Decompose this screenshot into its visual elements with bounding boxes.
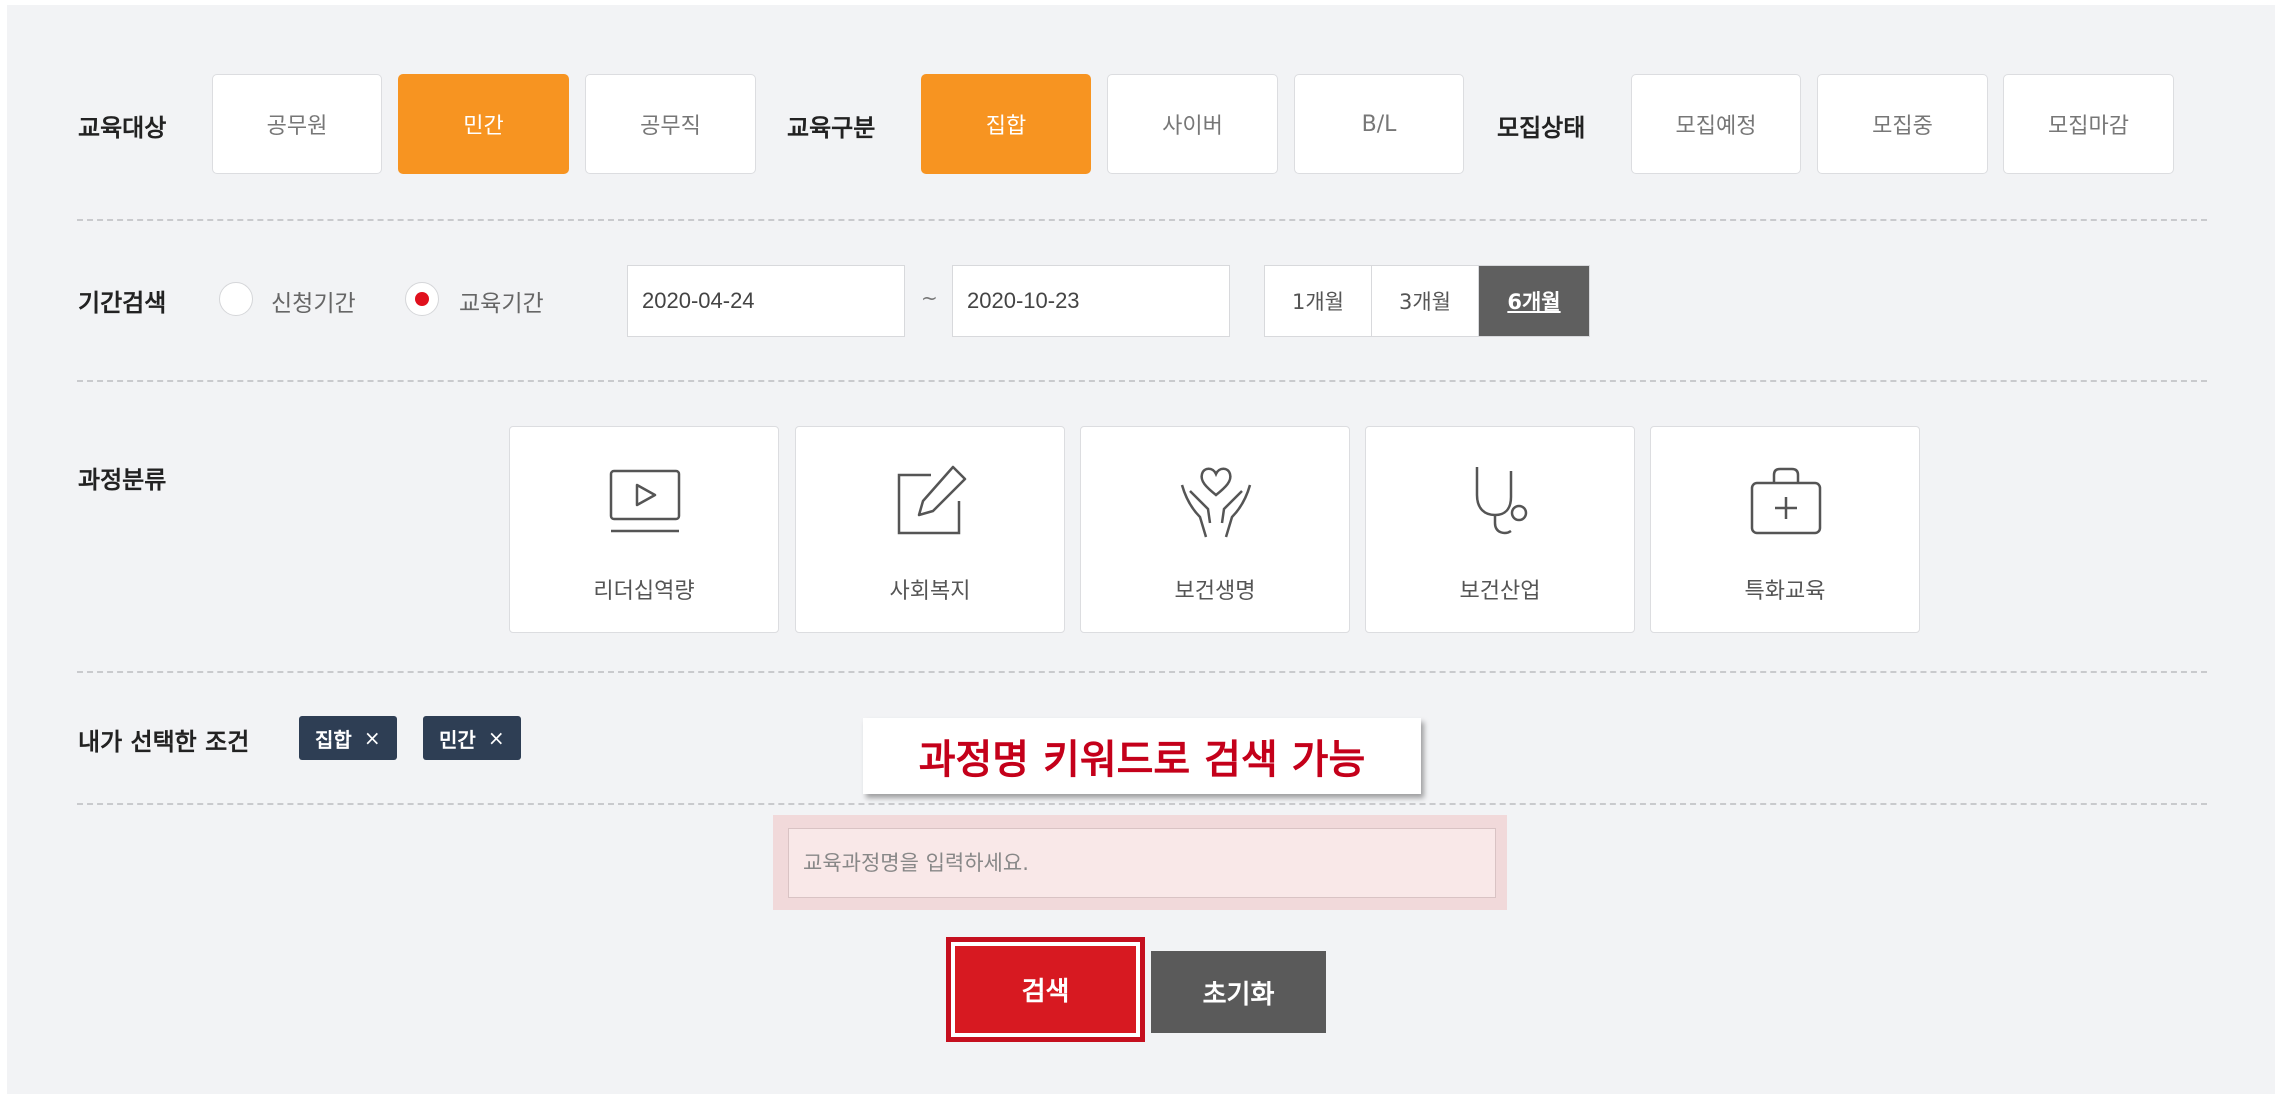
course-name-search-input[interactable] (788, 828, 1496, 898)
divider (77, 219, 2207, 221)
category-card-leadership[interactable]: 리더십역량 (509, 426, 779, 633)
category-label-health-industry: 보건산업 (1459, 579, 1541, 604)
target-option-public-servant[interactable]: 공무원 (212, 74, 382, 174)
stethoscope-icon (1475, 467, 1528, 535)
divider (77, 380, 2207, 382)
annotation-callout: 과정명 키워드로 검색 가능 (863, 718, 1421, 794)
close-icon[interactable]: × (488, 726, 505, 750)
type-label: 교육구분 (787, 114, 876, 142)
divider (77, 803, 2207, 805)
status-option-closed[interactable]: 모집마감 (2003, 74, 2174, 174)
target-option-public-official[interactable]: 공무직 (585, 74, 756, 174)
range-1-month[interactable]: 1개월 (1265, 266, 1372, 336)
first-aid-kit-icon (1750, 467, 1822, 535)
condition-chip-private[interactable]: 민간 × (423, 716, 521, 760)
chip-label: 민간 (439, 727, 476, 752)
edit-pencil-icon (897, 465, 967, 535)
category-card-special[interactable]: 특화교육 (1650, 426, 1920, 633)
search-button[interactable]: 검색 (955, 946, 1136, 1033)
category-label-leadership: 리더십역량 (593, 579, 695, 604)
close-icon[interactable]: × (364, 726, 381, 750)
status-option-open[interactable]: 모집중 (1817, 74, 1988, 174)
category-card-welfare[interactable]: 사회복지 (795, 426, 1065, 633)
start-date-field[interactable]: 2020-04-24 (627, 265, 905, 337)
radio-edu-period[interactable] (405, 282, 439, 316)
radio-apply-period-label: 신청기간 (271, 291, 356, 317)
category-label-welfare: 사회복지 (889, 579, 971, 604)
selected-conditions-label: 내가 선택한 조건 (78, 728, 250, 756)
category-label: 과정분류 (78, 466, 167, 494)
video-play-icon (609, 469, 681, 533)
category-card-health-industry[interactable]: 보건산업 (1365, 426, 1635, 633)
target-label: 교육대상 (78, 114, 167, 142)
category-label-health-life: 보건생명 (1174, 579, 1256, 604)
range-3-months[interactable]: 3개월 (1372, 266, 1479, 336)
reset-button[interactable]: 초기화 (1151, 951, 1326, 1033)
type-option-cyber[interactable]: 사이버 (1107, 74, 1278, 174)
status-label: 모집상태 (1497, 114, 1586, 142)
range-segment: 1개월 3개월 6개월 (1264, 265, 1590, 337)
condition-chip-offline[interactable]: 집합 × (299, 716, 397, 760)
range-6-months[interactable]: 6개월 (1479, 266, 1589, 336)
target-option-private[interactable]: 민간 (398, 74, 569, 174)
radio-apply-period[interactable] (219, 282, 253, 316)
status-option-planned[interactable]: 모집예정 (1631, 74, 1801, 174)
divider (77, 671, 2207, 673)
category-label-special: 특화교육 (1744, 579, 1826, 604)
date-range-separator: ~ (921, 286, 938, 310)
radio-edu-period-label: 교육기간 (459, 291, 544, 317)
hands-heart-icon (1180, 467, 1252, 538)
type-option-blended[interactable]: B/L (1294, 74, 1464, 174)
category-card-health-life[interactable]: 보건생명 (1080, 426, 1350, 633)
type-option-offline[interactable]: 집합 (921, 74, 1091, 174)
end-date-field[interactable]: 2020-10-23 (952, 265, 1230, 337)
chip-label: 집합 (315, 727, 352, 752)
period-label: 기간검색 (78, 289, 167, 317)
